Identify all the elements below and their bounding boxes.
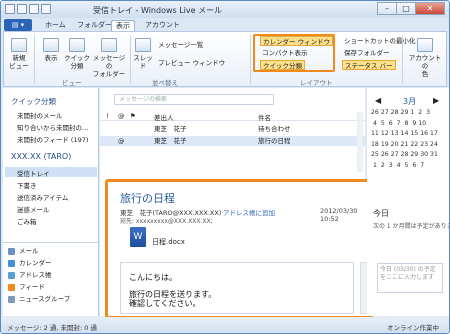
calendar-pane: ◀ 3月 ▶ 26 27 28 29 1 2 3 4 5 6 7 8 9 10 … [367,88,449,316]
attachment-filename[interactable]: 日程.docx [152,237,185,247]
group-label-arrange: 並べ替え [152,79,178,87]
quick-access-toolbar [5,4,51,14]
message-list-button[interactable]: メッセージ一覧 [156,40,205,50]
today-text: 次の 1 か月間は予定がありません [373,223,449,230]
quick-views-header[interactable]: クイック分類 [11,96,56,107]
folder-item[interactable]: ごみ箱 [17,216,37,226]
mail-icon [8,248,15,255]
nav-newsgroups[interactable]: ニュースグループ [3,294,99,304]
folder-item[interactable]: 送信済みアイテム [17,192,68,202]
storage-folders-toggle[interactable]: 保存フォルダー [342,48,392,58]
folder-item-inbox[interactable]: 受信トレイ [17,168,50,178]
todo-input[interactable]: 今日 (03/30) の予定をここに入力します [377,263,443,293]
file-menu-button[interactable]: ▤ ▾ [4,19,32,31]
send-receive-quick-icon[interactable] [41,4,51,14]
body-line: こんにちは。 [129,273,177,282]
ribbon-separator [250,35,251,84]
search-input[interactable]: メッセージの検索 [114,94,274,105]
flag-column-icon[interactable]: ⚑ [130,112,136,120]
reading-pane: 旅行の日程 東芝 花子(TARO@XXX.XXX.XX) アドレス帳に追加 20… [105,179,373,319]
highlight-box [253,34,335,72]
account-header[interactable]: XXX.XX (TARO) [11,152,71,161]
group-label-layout: レイアウト [300,79,333,87]
threads-icon [135,38,151,52]
app-icon [5,4,15,14]
title-bar: 受信トレイ - Windows Live メール – □ ✕ [1,1,449,18]
message-body[interactable]: こんにちは。 旅行の日程を送ります。 確認してください。 [120,262,354,314]
maximize-button[interactable]: □ [396,2,416,15]
message-sender: 東芝 花子 [154,125,187,133]
online-status: オンライン作業中 [387,324,439,332]
body-line: 旅行の日程を送ります。 [129,290,217,299]
status-message-count: メッセージ: 2 通, 未開封: 0 通 [7,324,97,332]
view-icon [43,38,59,52]
paintbrush-icon [417,38,433,52]
divider [3,242,99,243]
word-document-icon[interactable]: W [130,227,146,247]
add-to-contacts-link[interactable]: アドレス帳に追加 [223,207,275,217]
minimize-button[interactable]: – [377,2,397,15]
new-view-icon [11,38,27,52]
rss-icon [8,284,15,291]
column-sender[interactable]: 差出人 [154,112,174,122]
status-bar-toggle[interactable]: ステータス バー [342,60,396,70]
group-label-view: ビュー [62,79,82,87]
newsgroup-icon [8,296,15,303]
quick-views-icon [69,38,85,52]
message-row-selected[interactable]: @ 東芝 花子 旅行の日程 [100,136,365,146]
folder-item[interactable]: 迷惑メール [17,204,50,214]
preview-recipient: 宛先: xxxxxxxxx@XXX.XXX.XX; [120,218,213,225]
prev-month-arrow[interactable]: ◀ [375,96,381,105]
body-line: 確認してください。 [129,299,201,308]
ribbon-separator [402,35,403,84]
main-window: 受信トレイ - Windows Live メール – □ ✕ ▤ ▾ ホーム フ… [0,0,450,334]
threads-button[interactable]: スレッド [132,38,154,70]
column-subject[interactable]: 件名 [258,112,271,122]
folder-item[interactable]: 未開封のフィード (197) [17,134,88,144]
message-list-header: ! @ ⚑ 差出人 件名 [100,112,365,122]
today-header: 今日 [373,209,389,218]
new-view-button[interactable]: 新規 ビュー [8,38,30,70]
new-mail-quick-icon[interactable] [17,4,27,14]
attachment-column-icon[interactable]: @ [118,112,125,120]
ribbon: 新規 ビュー 表示 クイック 分類 メッセージの フォルダー ビュー スレッド … [3,31,447,87]
next-month-arrow[interactable]: ▶ [433,96,439,105]
preview-pane-button[interactable]: プレビュー ウィンドウ [156,58,227,68]
attachment-icon: @ [118,137,125,145]
ribbon-separator [34,35,35,84]
message-row[interactable]: 東芝 花子 待ち合わせ [100,124,365,134]
reply-quick-icon[interactable] [29,4,39,14]
ribbon-separator [130,35,131,84]
message-subject: 旅行の日程 [258,137,291,145]
list-scrollbar[interactable] [357,112,363,172]
status-bar: メッセージ: 2 通, 未開封: 0 通 オンライン作業中 [1,317,449,333]
calendar-icon [8,260,15,267]
ribbon-tabs: ▤ ▾ ホーム フォルダー 表示 アカウント [1,18,449,32]
folder-item[interactable]: 下書き [17,180,37,190]
nav-calendar[interactable]: カレンダー [3,258,99,268]
window-title: 受信トレイ - Windows Live メール [93,6,223,15]
folder-icon [101,38,117,52]
calendar-grid[interactable]: 26 27 28 29 1 2 3 4 5 6 7 8 9 10 11 12 1… [371,108,449,172]
preview-subject: 旅行の日程 [120,192,175,205]
preview-date: 2012/03/30 10:52 [320,207,358,223]
message-sender: 東芝 花子 [154,137,187,145]
window-controls: – □ ✕ [377,2,445,15]
calendar-month: 3月 [403,97,417,106]
view-button[interactable]: 表示 [40,38,62,62]
contacts-icon [8,272,15,279]
message-subject: 待ち合わせ [258,125,291,133]
nav-contacts[interactable]: アドレス帳 [3,270,99,280]
close-button[interactable]: ✕ [415,2,445,15]
folder-pane: クイック分類 未開封のメール 知り合いから未開封の… 未開封のフィード (197… [3,88,99,316]
message-folders-button[interactable]: メッセージの フォルダー [92,38,126,78]
flag-column-icon[interactable]: ! [106,112,109,120]
quick-views-button[interactable]: クイック 分類 [64,38,90,70]
folder-item[interactable]: 知り合いから未開封の… [17,122,89,132]
nav-mail[interactable]: メール [3,246,99,256]
folder-item[interactable]: 未開封のメール [17,110,63,120]
nav-feeds[interactable]: フィード [3,282,99,292]
account-color-button[interactable]: アカウントの 色 [406,38,444,78]
